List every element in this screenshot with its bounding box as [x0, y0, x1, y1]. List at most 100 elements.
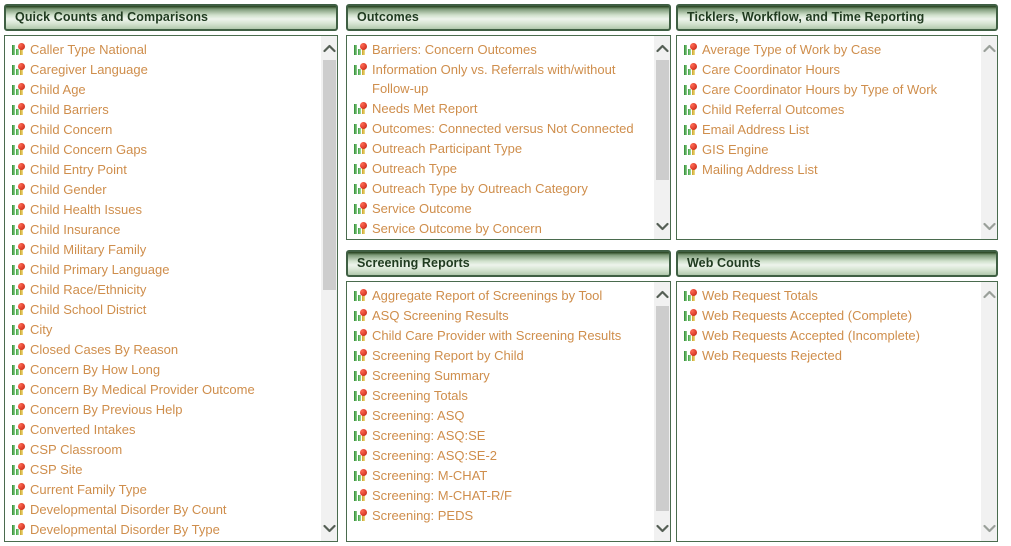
report-link-item[interactable]: Aggregate Report of Screenings by Tool [347, 286, 653, 305]
report-link-label[interactable]: Care Coordinator Hours [702, 60, 840, 79]
report-link-label[interactable]: Developmental Disorder By Count [30, 500, 227, 519]
report-link-label[interactable]: Child Barriers [30, 100, 109, 119]
report-link-item[interactable]: Child Barriers [5, 100, 320, 119]
report-link-label[interactable]: Child Concern Gaps [30, 140, 147, 159]
scroll-up-arrow[interactable] [981, 40, 997, 57]
report-link-item[interactable]: Outreach Type by Outreach Category [347, 179, 653, 198]
report-link-label[interactable]: Screening: M-CHAT [372, 466, 487, 485]
report-link-label[interactable]: Barriers: Concern Outcomes [372, 40, 537, 59]
report-link-label[interactable]: Child Primary Language [30, 260, 169, 279]
report-link-item[interactable]: Screening Totals [347, 386, 653, 405]
report-link-item[interactable]: Screening: ASQ:SE [347, 426, 653, 445]
report-link-item[interactable]: Outreach Participant Type [347, 139, 653, 158]
report-link-item[interactable]: Web Request Totals [677, 286, 980, 305]
scrollbar-screening-reports[interactable] [653, 282, 670, 541]
report-link-item[interactable]: Developmental Disorder By Type [5, 520, 320, 539]
report-link-item[interactable]: Child Military Family [5, 240, 320, 259]
report-link-item[interactable]: Concern By Medical Provider Outcome [5, 380, 320, 399]
report-link-label[interactable]: Outreach Participant Type [372, 139, 522, 158]
report-link-label[interactable]: Screening: ASQ:SE [372, 426, 485, 445]
report-link-label[interactable]: Child Referral Outcomes [702, 100, 844, 119]
report-link-label[interactable]: Web Requests Rejected [702, 346, 842, 365]
report-link-item[interactable]: Care Coordinator Hours [677, 60, 980, 79]
report-link-label[interactable]: Service Outcome [372, 199, 472, 218]
scroll-down-arrow[interactable] [654, 218, 670, 235]
scrollbar-outcomes[interactable] [653, 36, 670, 239]
report-link-label[interactable]: Converted Intakes [30, 420, 136, 439]
report-link-label[interactable]: Concern By Medical Provider Outcome [30, 380, 255, 399]
report-link-item[interactable]: Email Address List [677, 120, 980, 139]
report-link-item[interactable]: Child Entry Point [5, 160, 320, 179]
report-link-label[interactable]: Child Care Provider with Screening Resul… [372, 326, 621, 345]
report-link-label[interactable]: Aggregate Report of Screenings by Tool [372, 286, 602, 305]
report-link-item[interactable]: Service Outcome by Concern [347, 219, 653, 238]
report-link-item[interactable]: Developmental Disorder By Count [5, 500, 320, 519]
scrollbar-ticklers-workflow-and-time-reporting[interactable] [980, 36, 997, 239]
report-link-label[interactable]: Needs Met Report [372, 99, 478, 118]
report-link-item[interactable]: Screening: M-CHAT [347, 466, 653, 485]
report-link-label[interactable]: Screening Totals [372, 386, 468, 405]
report-link-item[interactable]: Care Coordinator Hours by Type of Work [677, 80, 980, 99]
report-link-item[interactable]: Screening Report by Child [347, 346, 653, 365]
report-link-item[interactable]: Child Insurance [5, 220, 320, 239]
report-link-item[interactable]: Child Age [5, 80, 320, 99]
scroll-down-arrow[interactable] [654, 520, 670, 537]
scroll-down-arrow[interactable] [981, 520, 997, 537]
report-link-item[interactable]: Concern By Previous Help [5, 400, 320, 419]
report-link-label[interactable]: Child Race/Ethnicity [30, 280, 146, 299]
scrollbar-thumb[interactable] [656, 60, 669, 180]
scrollbar-quick-counts-and-comparisons[interactable] [320, 36, 337, 541]
report-link-item[interactable]: ASQ Screening Results [347, 306, 653, 325]
report-link-item[interactable]: Child Primary Language [5, 260, 320, 279]
report-link-label[interactable]: Outcomes: Connected versus Not Connected [372, 119, 634, 138]
scrollbar-web-counts[interactable] [980, 282, 997, 541]
report-link-item[interactable]: Caller Type National [5, 40, 320, 59]
report-link-item[interactable]: City [5, 320, 320, 339]
report-link-item[interactable]: Average Type of Work by Case [677, 40, 980, 59]
scroll-up-arrow[interactable] [654, 40, 670, 57]
report-link-label[interactable]: Child Insurance [30, 220, 120, 239]
report-link-label[interactable]: City [30, 320, 52, 339]
report-link-item[interactable]: Child Referral Outcomes [677, 100, 980, 119]
report-link-label[interactable]: Child Military Family [30, 240, 146, 259]
report-link-item[interactable]: Converted Intakes [5, 420, 320, 439]
report-link-item[interactable]: Web Requests Rejected [677, 346, 980, 365]
report-link-label[interactable]: Information Only vs. Referrals with/with… [372, 60, 649, 98]
report-link-label[interactable]: Screening: M-CHAT-R/F [372, 486, 512, 505]
report-link-label[interactable]: Web Requests Accepted (Complete) [702, 306, 912, 325]
report-link-item[interactable]: CSP Classroom [5, 440, 320, 459]
scroll-up-arrow[interactable] [321, 40, 337, 57]
report-link-item[interactable]: Outcomes: Connected versus Not Connected [347, 119, 653, 138]
report-link-label[interactable]: Concern By How Long [30, 360, 160, 379]
report-link-label[interactable]: Web Requests Accepted (Incomplete) [702, 326, 920, 345]
report-link-item[interactable]: Screening: M-CHAT-R/F [347, 486, 653, 505]
report-link-label[interactable]: Child Concern [30, 120, 112, 139]
report-link-label[interactable]: CSP Classroom [30, 440, 122, 459]
report-link-label[interactable]: Outreach Type by Outreach Category [372, 179, 588, 198]
report-link-label[interactable]: Email Address List [702, 120, 809, 139]
scroll-up-arrow[interactable] [981, 286, 997, 303]
report-link-item[interactable]: Child Health Issues [5, 200, 320, 219]
report-link-item[interactable]: GIS Engine [677, 140, 980, 159]
report-link-item[interactable]: Child School District [5, 300, 320, 319]
report-link-item[interactable]: Web Requests Accepted (Complete) [677, 306, 980, 325]
report-link-item[interactable]: Information Only vs. Referrals with/with… [347, 60, 653, 98]
report-link-item[interactable]: Child Gender [5, 180, 320, 199]
scroll-down-arrow[interactable] [321, 520, 337, 537]
report-link-item[interactable]: Caregiver Language [5, 60, 320, 79]
report-link-label[interactable]: Child Health Issues [30, 200, 142, 219]
report-link-item[interactable]: Mailing Address List [677, 160, 980, 179]
report-link-item[interactable]: CSP Site [5, 460, 320, 479]
report-link-item[interactable]: Screening: PEDS [347, 506, 653, 525]
report-link-item[interactable]: Screening Summary [347, 366, 653, 385]
report-link-label[interactable]: GIS Engine [702, 140, 769, 159]
report-link-label[interactable]: Screening: PEDS [372, 506, 473, 525]
report-link-item[interactable]: Child Care Provider with Screening Resul… [347, 326, 653, 345]
report-link-label[interactable]: Screening Report by Child [372, 346, 524, 365]
report-link-label[interactable]: Developmental Disorder By Type [30, 520, 220, 539]
report-link-item[interactable]: Concern By How Long [5, 360, 320, 379]
report-link-label[interactable]: Child Age [30, 80, 86, 99]
report-link-label[interactable]: Service Outcome by Concern [372, 219, 542, 238]
report-link-label[interactable]: Care Coordinator Hours by Type of Work [702, 80, 937, 99]
scroll-down-arrow[interactable] [981, 218, 997, 235]
